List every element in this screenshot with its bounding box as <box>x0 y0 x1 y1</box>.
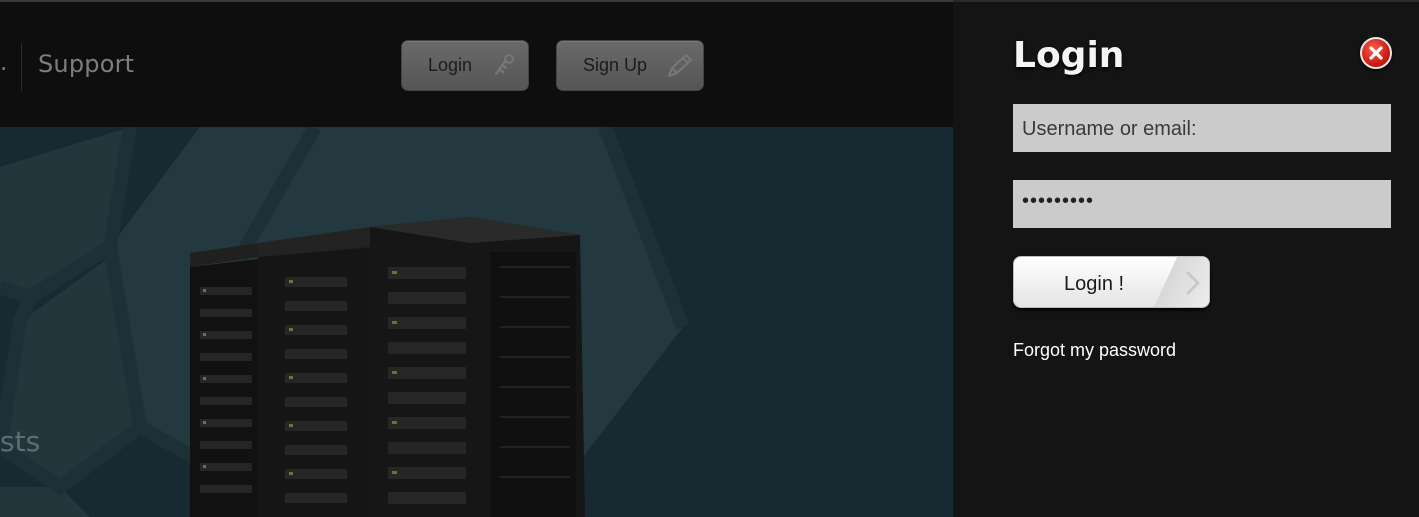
login-panel-title: Login <box>1013 35 1125 76</box>
header-login-button[interactable]: Login <box>401 40 529 91</box>
nav-divider <box>21 43 22 91</box>
close-button[interactable] <box>1360 37 1392 69</box>
header-login-label: Login <box>428 55 473 75</box>
arrow-icon <box>1186 271 1200 295</box>
hero-headline: sts <box>0 425 41 458</box>
site-header: . Support Login Sign Up <box>0 0 953 127</box>
login-submit-label: Login ! <box>1064 273 1125 295</box>
header-signup-button[interactable]: Sign Up <box>556 40 704 91</box>
forgot-password-link[interactable]: Forgot my password <box>1013 340 1176 361</box>
server-racks <box>190 217 585 517</box>
username-input[interactable]: Username or email: <box>1013 104 1391 152</box>
nav-item-truncated[interactable]: . <box>0 50 7 76</box>
login-panel: Login Username or email: ••••••••• Login… <box>953 0 1419 517</box>
username-placeholder: Username or email: <box>1022 118 1197 140</box>
pencil-icon <box>668 54 692 77</box>
close-icon <box>1369 46 1383 60</box>
password-value: ••••••••• <box>1022 190 1095 212</box>
login-submit-button[interactable]: Login ! <box>1013 256 1210 308</box>
nav-item-support[interactable]: Support <box>38 50 134 78</box>
hero-graphic <box>0 127 690 517</box>
hero-banner: sts <box>0 127 953 517</box>
password-input[interactable]: ••••••••• <box>1013 180 1391 228</box>
header-signup-label: Sign Up <box>583 55 648 75</box>
key-icon <box>494 54 514 76</box>
